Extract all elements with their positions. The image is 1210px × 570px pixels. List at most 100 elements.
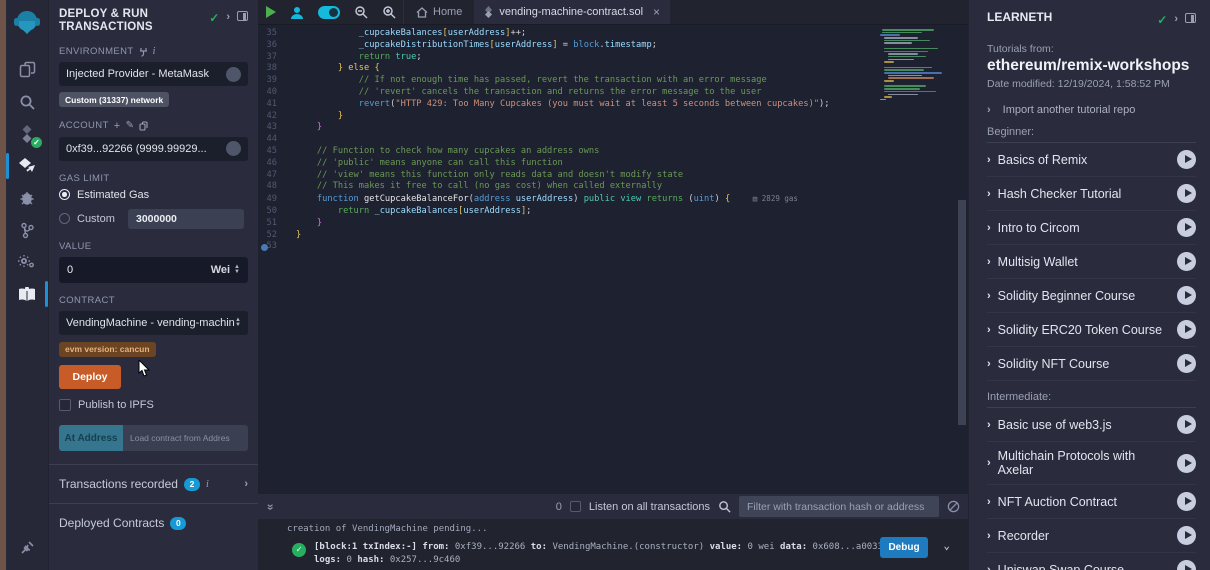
settings-icon[interactable] (6, 246, 48, 278)
transaction-log-entry[interactable]: ✓ [block:1 txIndex:-] from: 0xf39...9226… (287, 541, 968, 566)
code-line[interactable]: 39 // If not enough time has passed, rev… (258, 75, 968, 87)
tutorial-item[interactable]: ›Basics of Remix (987, 143, 1196, 177)
debug-button[interactable]: Debug (880, 537, 928, 558)
play-icon[interactable] (1177, 415, 1196, 434)
play-icon[interactable] (1177, 218, 1196, 237)
play-icon[interactable] (1177, 354, 1196, 373)
code-line[interactable]: 40 // 'revert' cancels the transaction a… (258, 87, 968, 99)
chevron-right-icon[interactable]: › (987, 222, 991, 234)
account-select[interactable]: 0xf39...92266 (9999.99929... (59, 137, 248, 161)
tutorial-item[interactable]: ›Solidity ERC20 Token Course (987, 313, 1196, 347)
remix-logo[interactable] (6, 6, 48, 38)
tutorial-item[interactable]: ›Intro to Circom (987, 211, 1196, 245)
code-line[interactable]: 48 // This makes it free to call (no gas… (258, 181, 968, 193)
tab-home[interactable]: Home (403, 0, 474, 24)
estimated-gas-radio[interactable] (59, 189, 70, 200)
info-icon[interactable]: i (206, 479, 209, 490)
contract-select[interactable]: VendingMachine - vending-machin ▲▼ (59, 311, 248, 335)
transactions-recorded-row[interactable]: Transactions recorded 2 i › (49, 465, 258, 503)
copilot-toggle[interactable] (311, 0, 347, 24)
run-script-button[interactable] (258, 0, 283, 24)
tab-vending-machine-contract[interactable]: vending-machine-contract.sol × (474, 0, 670, 24)
play-icon[interactable] (1177, 150, 1196, 169)
code-editor[interactable]: 35 _cupcakeBalances[userAddress]++;36 _c… (258, 25, 968, 485)
learneth-icon[interactable] (6, 278, 48, 310)
code-line[interactable]: 45 // Function to check how many cupcake… (258, 146, 968, 158)
play-icon[interactable] (1177, 184, 1196, 203)
deploy-button[interactable]: Deploy (59, 365, 121, 389)
unit-stepper-icon[interactable]: ▲▼ (234, 265, 240, 275)
close-tab-icon[interactable]: × (653, 5, 660, 19)
environment-select[interactable]: Injected Provider - MetaMask (59, 62, 248, 86)
chevron-right-icon[interactable]: › (987, 154, 991, 166)
listen-all-checkbox[interactable] (570, 501, 581, 512)
at-address-input[interactable] (123, 425, 248, 451)
custom-gas-input[interactable] (128, 209, 244, 229)
code-line[interactable]: 49 function getCupcakeBalanceFor(address… (258, 193, 968, 206)
at-address-button[interactable]: At Address (59, 425, 123, 451)
pin-panel-icon[interactable] (237, 11, 248, 21)
code-line[interactable]: 53 (258, 241, 968, 253)
code-line[interactable]: 36 _cupcakeDistributionTimes[userAddress… (258, 40, 968, 52)
debugger-icon[interactable] (6, 182, 48, 214)
collapse-panel-icon[interactable]: › (226, 11, 230, 23)
play-icon[interactable] (1177, 454, 1196, 473)
chevron-right-icon[interactable]: › (987, 188, 991, 200)
publish-ipfs-checkbox[interactable] (59, 399, 71, 411)
tutorial-item[interactable]: ›Recorder (987, 519, 1196, 553)
tutorial-item[interactable]: ›Basic use of web3.js (987, 408, 1196, 442)
account-settings-icon[interactable] (226, 141, 241, 156)
chevron-right-icon[interactable]: › (987, 324, 991, 336)
tutorial-item[interactable]: ›Uniswap Swap Course (987, 553, 1196, 570)
plugin-connect-icon[interactable] (6, 532, 48, 564)
code-line[interactable]: 51 } (258, 218, 968, 230)
file-explorer-icon[interactable] (6, 52, 48, 86)
play-icon[interactable] (1177, 526, 1196, 545)
breakpoint-dot[interactable] (261, 244, 268, 251)
code-line[interactable]: 35 _cupcakeBalances[userAddress]++; (258, 28, 968, 40)
chevron-right-icon[interactable]: › (987, 457, 991, 469)
code-line[interactable]: 38 } else { (258, 63, 968, 75)
value-input[interactable]: 0 (67, 264, 73, 276)
environment-settings-icon[interactable] (226, 67, 241, 82)
info-icon[interactable]: i (153, 46, 156, 57)
code-line[interactable]: 47 // 'view' means this function only re… (258, 170, 968, 182)
contract-stepper-icon[interactable]: ▲▼ (235, 318, 241, 328)
chevron-right-icon[interactable]: › (987, 256, 991, 268)
remix-ai-assistant-icon[interactable] (283, 0, 311, 24)
play-icon[interactable] (1177, 252, 1196, 271)
pin-panel-icon[interactable] (1185, 13, 1196, 23)
chevron-right-icon[interactable]: › (987, 496, 991, 508)
play-icon[interactable] (1177, 492, 1196, 511)
code-line[interactable]: 41 revert("HTTP 429: Too Many Cupcakes (… (258, 99, 968, 111)
code-line[interactable]: 50 return _cupcakeBalances[userAddress]; (258, 206, 968, 218)
tutorial-item[interactable]: ›Solidity NFT Course (987, 347, 1196, 381)
git-icon[interactable] (6, 214, 48, 246)
code-line[interactable]: 46 // 'public' means anyone can call thi… (258, 158, 968, 170)
edit-account-icon[interactable]: ✎ (126, 120, 135, 131)
collapse-terminal-icon[interactable]: « (262, 503, 276, 510)
tutorial-item[interactable]: ›Multisig Wallet (987, 245, 1196, 279)
tutorial-item[interactable]: ›Hash Checker Tutorial (987, 177, 1196, 211)
search-icon[interactable] (6, 86, 48, 118)
solidity-compiler-icon[interactable]: ✓ (6, 118, 48, 150)
chevron-right-icon[interactable]: › (987, 419, 991, 431)
code-line[interactable]: 42 } (258, 111, 968, 123)
play-icon[interactable] (1177, 286, 1196, 305)
chevron-right-icon[interactable]: › (987, 290, 991, 302)
expand-transactions-icon[interactable]: › (244, 478, 248, 490)
custom-gas-radio[interactable] (59, 213, 70, 224)
code-line[interactable]: 37 return true; (258, 52, 968, 64)
editor-minimap[interactable] (880, 27, 958, 102)
collapse-panel-icon[interactable]: › (1174, 13, 1178, 25)
deployed-contracts-row[interactable]: Deployed Contracts 0 (49, 504, 258, 542)
deploy-and-run-icon[interactable] (6, 150, 48, 182)
transaction-filter-input[interactable] (739, 496, 939, 517)
play-icon[interactable] (1177, 320, 1196, 339)
import-repo-link[interactable]: › Import another tutorial repo (987, 104, 1196, 116)
chevron-right-icon[interactable]: › (987, 358, 991, 370)
clear-console-icon[interactable] (947, 500, 960, 513)
code-line[interactable]: 43 } (258, 122, 968, 134)
value-unit-select[interactable]: Wei (211, 264, 230, 276)
tutorial-item[interactable]: ›Multichain Protocols with Axelar (987, 442, 1196, 485)
